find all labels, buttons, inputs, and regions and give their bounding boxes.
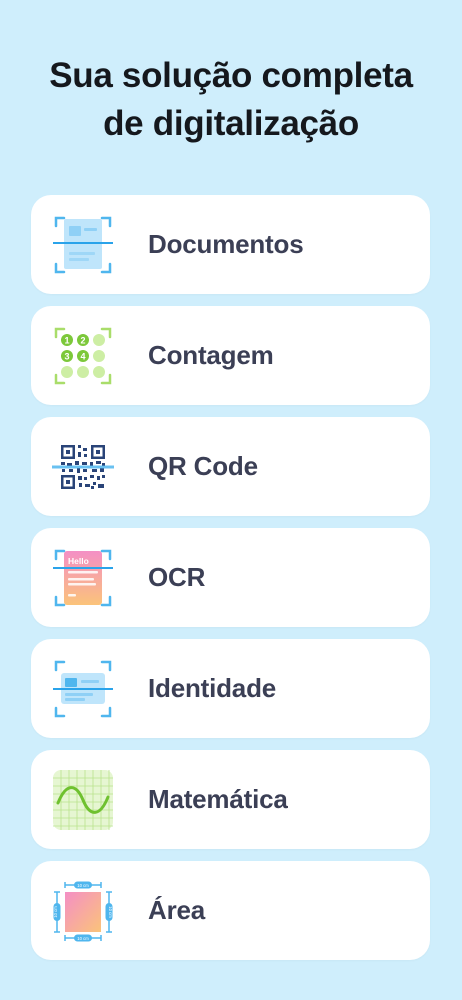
area-height-label-right: 10 cm bbox=[108, 906, 113, 918]
count-number-3: 3 bbox=[64, 352, 69, 362]
ocr-text-icon: Hello bbox=[53, 549, 113, 607]
page-title: Sua solução completa de digitalização bbox=[0, 52, 462, 148]
counting-dots-icon: 1 2 3 4 bbox=[54, 327, 112, 385]
count-number-4: 4 bbox=[80, 352, 85, 362]
feature-label: QR Code bbox=[148, 451, 258, 481]
qr-code-icon bbox=[52, 445, 114, 489]
feature-label: Identidade bbox=[148, 673, 277, 703]
id-card-icon bbox=[53, 660, 113, 718]
title-line-2: de digitalização bbox=[103, 104, 359, 143]
title-line-1: Sua solução completa bbox=[49, 56, 413, 95]
feature-card-ocr[interactable]: Hello OCR bbox=[31, 528, 430, 627]
ocr-sample-text: Hello bbox=[68, 556, 89, 566]
feature-card-counting[interactable]: 1 2 3 4 Contagem bbox=[31, 306, 430, 405]
area-measure-icon: 10 cm 10 cm 10 cm 10 cm bbox=[53, 881, 113, 942]
feature-card-qr-code[interactable]: QR Code bbox=[31, 417, 430, 516]
feature-label: OCR bbox=[148, 562, 206, 592]
feature-card-identity[interactable]: Identidade bbox=[31, 639, 430, 738]
feature-card-math[interactable]: Matemática bbox=[31, 750, 430, 849]
feature-label: Área bbox=[148, 895, 206, 925]
area-height-label: 10 cm bbox=[53, 906, 58, 918]
document-scan-icon bbox=[53, 216, 113, 274]
area-width-label: 10 cm bbox=[77, 883, 89, 888]
feature-card-area[interactable]: 10 cm 10 cm 10 cm 10 cm Área bbox=[31, 861, 430, 960]
area-width-label-bottom: 10 cm bbox=[77, 936, 89, 941]
count-number-1: 1 bbox=[64, 336, 69, 346]
count-number-2: 2 bbox=[80, 336, 85, 346]
feature-label: Documentos bbox=[148, 229, 304, 259]
feature-label: Contagem bbox=[148, 340, 274, 370]
feature-label: Matemática bbox=[148, 784, 288, 814]
feature-card-documents[interactable]: Documentos bbox=[31, 195, 430, 294]
math-graph-icon bbox=[53, 770, 113, 830]
